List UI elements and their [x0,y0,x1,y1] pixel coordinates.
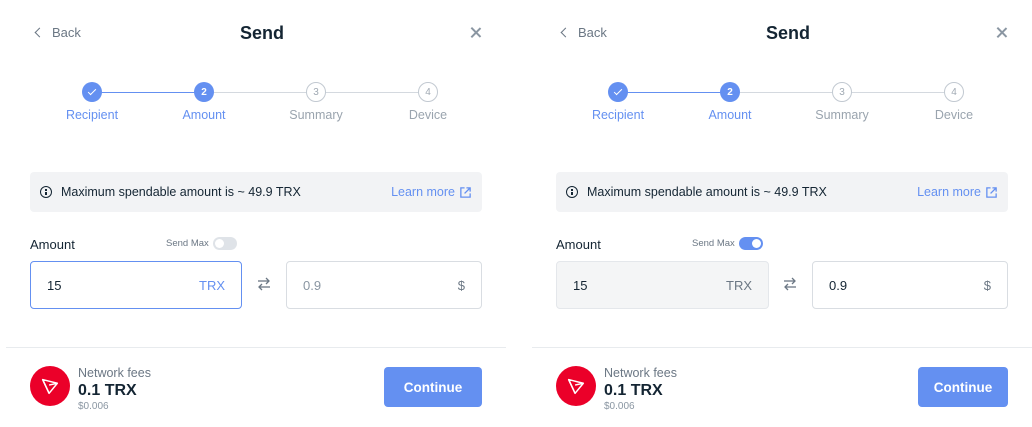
step-label-recipient: Recipient [591,108,645,122]
info-banner: Maximum spendable amount is ~ 49.9 TRX L… [556,172,1008,212]
step-3-circle: 3 [306,82,326,102]
crypto-amount-input[interactable]: 15 TRX [30,261,242,309]
info-text: Maximum spendable amount is ~ 49.9 TRX [61,185,301,199]
learn-more-label: Learn more [917,185,981,199]
learn-more-link[interactable]: Learn more [391,185,472,199]
learn-more-label: Learn more [391,185,455,199]
step-label-device: Device [408,108,448,122]
step-4-circle: 4 [418,82,438,102]
network-fees-label: Network fees [604,366,677,380]
crypto-unit: TRX [199,277,225,293]
fiat-unit: $ [983,277,991,293]
crypto-unit: TRX [726,277,752,293]
step-connector [92,92,204,93]
swap-icon[interactable] [782,276,798,292]
send-max-toggle[interactable]: Send Max [166,237,237,250]
step-connector [730,92,842,93]
amount-label: Amount [556,237,601,252]
network-fees-amount: 0.1 TRX [78,382,137,399]
step-connector [618,92,730,93]
step-label-amount: Amount [182,108,226,122]
crypto-amount-value: 15 [573,277,588,293]
info-text: Maximum spendable amount is ~ 49.9 TRX [587,185,827,199]
send-panel-send-max-on: Back Send 2 3 4 Recipient Amount Summary… [532,0,1032,427]
step-label-device: Device [934,108,974,122]
tron-logo-icon [556,366,596,406]
fiat-amount-value: 0.9 [829,277,848,293]
page-title: Send [239,23,284,43]
tron-logo-icon [30,366,70,406]
step-3-circle: 3 [832,82,852,102]
step-label-recipient: Recipient [65,108,119,122]
amount-label: Amount [30,237,75,252]
network-fees-fiat: $0.006 [78,401,109,412]
send-max-toggle[interactable]: Send Max [692,237,763,250]
fiat-amount-input[interactable]: 0.9 $ [286,261,482,309]
check-icon [87,86,97,96]
toggle-knob [214,239,224,248]
send-panel-send-max-off: Back Send 2 3 4 Recipient Amount Summary… [6,0,506,427]
step-connector [316,92,428,93]
step-1-circle [82,82,102,102]
step-connector [204,92,316,93]
toggle-switch[interactable] [212,237,237,250]
network-fees-amount: 0.1 TRX [604,382,663,399]
swap-icon[interactable] [256,276,272,292]
close-icon[interactable] [992,24,1012,44]
divider [532,347,1032,348]
step-2-circle: 2 [194,82,214,102]
network-fees-label: Network fees [78,366,151,380]
close-icon[interactable] [466,24,486,44]
step-2-circle: 2 [720,82,740,102]
stepper: 2 3 4 Recipient Amount Summary Device [6,82,506,122]
crypto-amount-input[interactable]: 15 TRX [556,261,769,309]
info-icon [40,186,52,198]
step-label-amount: Amount [708,108,752,122]
divider [6,347,506,348]
step-label-summary: Summary [289,108,343,122]
external-link-icon [986,186,997,198]
info-banner: Maximum spendable amount is ~ 49.9 TRX L… [30,172,482,212]
network-fees-fiat: $0.006 [604,401,635,412]
info-icon [566,186,578,198]
crypto-amount-value: 15 [47,277,62,293]
toggle-switch[interactable] [738,237,763,250]
step-label-summary: Summary [815,108,869,122]
learn-more-link[interactable]: Learn more [917,185,998,199]
send-max-label: Send Max [166,238,209,249]
check-icon [613,86,623,96]
send-max-label: Send Max [692,238,735,249]
toggle-knob [751,239,761,248]
fiat-unit: $ [457,277,465,293]
fiat-amount-input[interactable]: 0.9 $ [812,261,1008,309]
step-connector [842,92,954,93]
page-title: Send [765,23,810,43]
step-1-circle [608,82,628,102]
external-link-icon [460,186,471,198]
stepper: 2 3 4 Recipient Amount Summary Device [532,82,1032,122]
fiat-amount-value: 0.9 [303,277,322,293]
step-4-circle: 4 [944,82,964,102]
continue-button[interactable]: Continue [918,367,1008,407]
continue-button[interactable]: Continue [384,367,482,407]
